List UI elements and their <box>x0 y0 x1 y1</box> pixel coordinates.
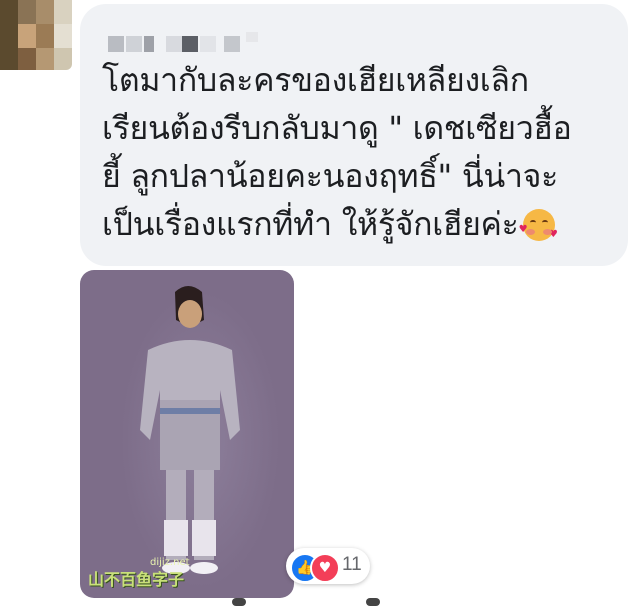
comment-bubble: โตมากับละครของเฮียเหลียงเลิก เรียนต้องรี… <box>80 4 628 266</box>
photo-watermark: 山不百鱼字子 <box>88 570 185 589</box>
comment-line: ยี้ ลูกปลาน้อยคะนองฤทธิ์" นี่น่าจะ <box>102 157 559 195</box>
comment-text: โตมากับละครของเฮียเหลียงเลิก เรียนต้องรี… <box>102 56 612 248</box>
comment-line: เป็นเรื่องแรกที่ทำ ให้รู้จักเฮียค่ะ <box>102 205 519 243</box>
love-icon: ♥ <box>310 553 340 583</box>
comment-line: โตมากับละครของเฮียเหลียงเลิก <box>102 61 529 99</box>
comment-photo[interactable]: dijiz.net 山不百鱼字子 <box>80 270 294 598</box>
cut-off-text <box>232 598 246 606</box>
commenter-avatar[interactable] <box>0 0 72 70</box>
commenter-name-redacted[interactable] <box>108 30 288 52</box>
smiling-face-with-hearts-icon: ♥ ♥ <box>519 209 558 241</box>
reaction-summary[interactable]: 👍 ♥ 11 <box>286 548 370 584</box>
cut-off-text <box>366 598 380 606</box>
reaction-count: 11 <box>342 554 362 575</box>
comment-line: เรียนต้องรีบกลับมาดู " เดชเซียวฮื้อ <box>102 109 572 147</box>
person-figure-illustration <box>140 286 240 574</box>
